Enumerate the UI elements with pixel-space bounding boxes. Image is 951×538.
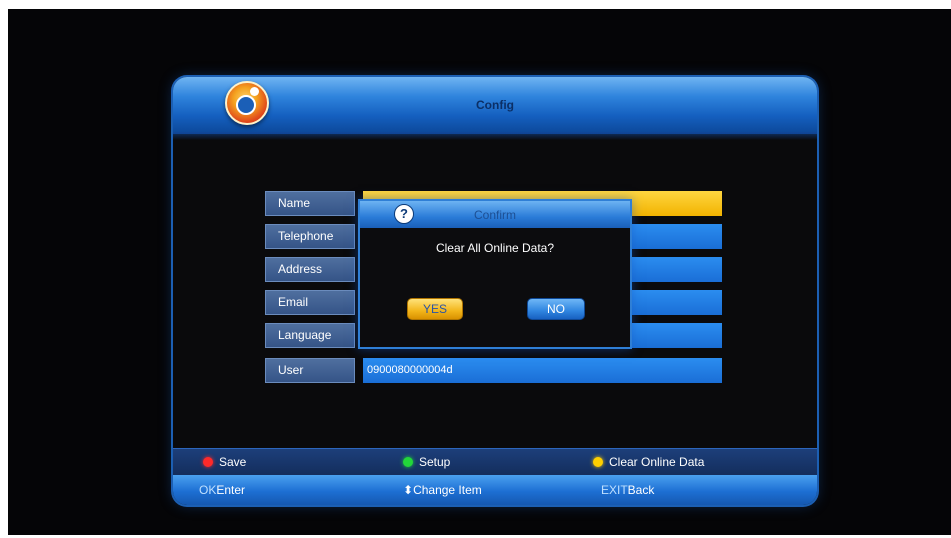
ok-key: OK bbox=[199, 483, 217, 497]
red-button-icon bbox=[203, 457, 213, 467]
page-title: Config bbox=[476, 98, 514, 112]
email-label: Email bbox=[265, 290, 355, 315]
green-button-icon bbox=[403, 457, 413, 467]
yes-button[interactable]: YES bbox=[407, 298, 463, 320]
title-bar: Config bbox=[173, 77, 817, 140]
ok-hint: OKEnter bbox=[199, 483, 245, 497]
config-panel: Config Name Telephone Address Email Lang… bbox=[173, 77, 817, 505]
ok-action: Enter bbox=[216, 483, 246, 497]
exit-key: EXIT bbox=[601, 483, 628, 497]
exit-hint: EXITBack bbox=[601, 483, 654, 497]
tv-screen: Config Name Telephone Address Email Lang… bbox=[8, 9, 951, 535]
color-key-legend: Save Setup Clear Online Data bbox=[173, 448, 817, 476]
legend-save[interactable]: Save bbox=[203, 455, 246, 469]
user-field[interactable]: 0900080000004d bbox=[363, 358, 722, 383]
address-label: Address bbox=[265, 257, 355, 282]
change-item-hint: ⬍Change Item bbox=[403, 483, 482, 497]
key-hint-bar: OKEnter ⬍Change Item EXITBack bbox=[173, 475, 817, 505]
name-label: Name bbox=[265, 191, 355, 216]
dialog-message: Clear All Online Data? bbox=[435, 241, 555, 255]
telephone-label: Telephone bbox=[265, 224, 355, 249]
change-item-action: Change Item bbox=[413, 483, 482, 497]
legend-clear-online-data[interactable]: Clear Online Data bbox=[593, 455, 704, 469]
setup-label: Setup bbox=[419, 455, 451, 469]
dialog-title: Confirm bbox=[473, 208, 516, 222]
up-down-arrow-icon: ⬍ bbox=[403, 483, 414, 497]
legend-setup[interactable]: Setup bbox=[403, 455, 450, 469]
language-label: Language bbox=[265, 323, 355, 348]
yellow-button-icon bbox=[593, 457, 603, 467]
dialog-header: ? Confirm bbox=[360, 201, 630, 228]
save-label: Save bbox=[219, 455, 247, 469]
user-label: User bbox=[265, 358, 355, 383]
no-button[interactable]: NO bbox=[527, 298, 585, 320]
clear-online-data-label: Clear Online Data bbox=[609, 455, 705, 469]
exit-action: Back bbox=[627, 483, 655, 497]
confirm-dialog: ? Confirm Clear All Online Data? YES NO bbox=[358, 199, 632, 349]
